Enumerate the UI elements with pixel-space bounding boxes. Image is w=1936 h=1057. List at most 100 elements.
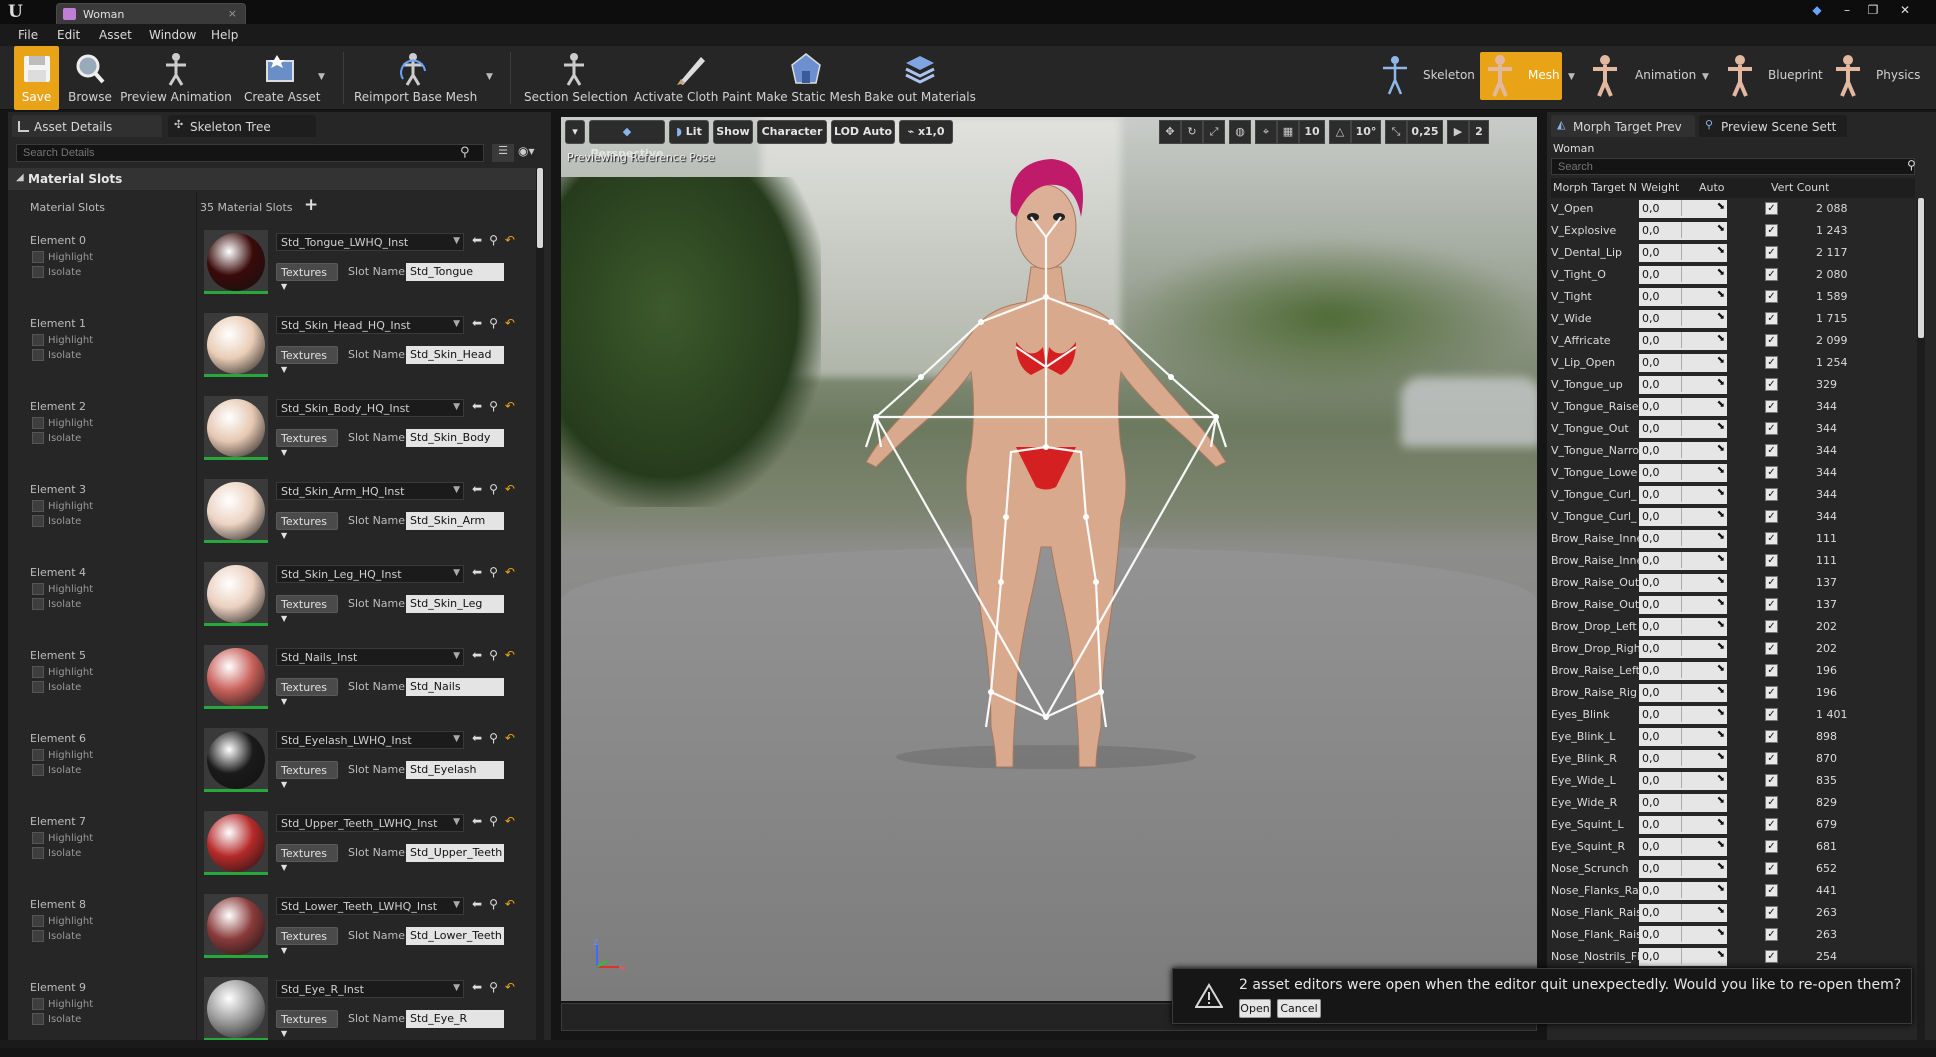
- weight-spinbox[interactable]: 0,0 ⬊: [1639, 772, 1727, 790]
- morph-target-row[interactable]: Brow_Raise_Inne 0,0 ⬊ ✓ 111: [1551, 528, 1915, 550]
- morph-target-row[interactable]: Nose_Scrunch 0,0 ⬊ ✓ 652: [1551, 858, 1915, 880]
- world-space-icon[interactable]: ◍: [1229, 120, 1251, 144]
- use-selected-icon[interactable]: ⬅: [472, 316, 482, 330]
- material-combo[interactable]: Std_Lower_Teeth_LWHQ_Inst ▼: [276, 897, 464, 915]
- material-thumbnail[interactable]: [204, 645, 268, 709]
- auto-checkbox[interactable]: ✓: [1765, 796, 1778, 809]
- browse-asset-icon[interactable]: ⚲: [489, 648, 498, 662]
- auto-checkbox[interactable]: ✓: [1765, 554, 1778, 567]
- weight-spinbox[interactable]: 0,0 ⬊: [1639, 662, 1727, 680]
- use-selected-icon[interactable]: ⬅: [472, 648, 482, 662]
- morph-target-row[interactable]: V_Explosive 0,0 ⬊ ✓ 1 243: [1551, 220, 1915, 242]
- weight-spinbox[interactable]: 0,0 ⬊: [1639, 354, 1727, 372]
- auto-checkbox[interactable]: ✓: [1765, 356, 1778, 369]
- search-icon[interactable]: ⚲: [460, 145, 476, 161]
- close-tab-icon[interactable]: ×: [228, 7, 237, 20]
- auto-checkbox[interactable]: ✓: [1765, 598, 1778, 611]
- auto-checkbox[interactable]: ✓: [1765, 400, 1778, 413]
- weight-spinbox[interactable]: 0,0 ⬊: [1639, 464, 1727, 482]
- weight-spinbox[interactable]: 0,0 ⬊: [1639, 376, 1727, 394]
- auto-checkbox[interactable]: ✓: [1765, 752, 1778, 765]
- material-combo[interactable]: Std_Nails_Inst ▼: [276, 648, 464, 666]
- browse-asset-icon[interactable]: ⚲: [489, 565, 498, 579]
- weight-spinbox[interactable]: 0,0 ⬊: [1639, 288, 1727, 306]
- menu-edit[interactable]: Edit: [57, 28, 80, 42]
- morph-target-row[interactable]: V_Open 0,0 ⬊ ✓ 2 088: [1551, 198, 1915, 220]
- use-selected-icon[interactable]: ⬅: [472, 399, 482, 413]
- morph-target-row[interactable]: Eye_Wide_R 0,0 ⬊ ✓ 829: [1551, 792, 1915, 814]
- bake-out-materials-button[interactable]: Bake out Materials: [864, 46, 976, 110]
- weight-spinbox[interactable]: 0,0 ⬊: [1639, 706, 1727, 724]
- textures-dropdown[interactable]: Textures ▼: [276, 429, 338, 457]
- textures-dropdown[interactable]: Textures ▼: [276, 1010, 338, 1038]
- morph-target-row[interactable]: V_Tight 0,0 ⬊ ✓ 1 589: [1551, 286, 1915, 308]
- character-mesh[interactable]: [561, 117, 1537, 1001]
- isolate-checkbox[interactable]: [32, 515, 44, 527]
- rotation-snap-value[interactable]: 10°: [1351, 120, 1381, 144]
- grid-snap-value[interactable]: 10: [1299, 120, 1325, 144]
- reimport-dropdown-icon[interactable]: ▼: [486, 72, 493, 82]
- reset-icon[interactable]: ↶: [505, 316, 515, 330]
- perspective-button[interactable]: ◆ Perspective: [589, 120, 665, 160]
- weight-spinbox[interactable]: 0,0 ⬊: [1639, 640, 1727, 658]
- menu-asset[interactable]: Asset: [99, 28, 132, 42]
- morph-search-input[interactable]: [1551, 158, 1915, 175]
- isolate-checkbox[interactable]: [32, 764, 44, 776]
- morph-target-row[interactable]: Brow_Raise_Rig 0,0 ⬊ ✓ 196: [1551, 682, 1915, 704]
- highlight-checkbox[interactable]: [32, 666, 44, 678]
- browse-asset-icon[interactable]: ⚲: [489, 399, 498, 413]
- mode-physics[interactable]: Physics: [1828, 52, 1928, 100]
- weight-spinbox[interactable]: 0,0 ⬊: [1639, 244, 1727, 262]
- mode-blueprint[interactable]: Blueprint: [1720, 52, 1823, 100]
- weight-spinbox[interactable]: 0,0 ⬊: [1639, 266, 1727, 284]
- material-combo[interactable]: Std_Tongue_LWHQ_Inst ▼: [276, 233, 464, 251]
- highlight-checkbox[interactable]: [32, 915, 44, 927]
- search-details-input[interactable]: [16, 144, 484, 162]
- slot-name-input[interactable]: Std_Upper_Teeth: [406, 844, 504, 862]
- morph-target-row[interactable]: V_Tongue_Lowe 0,0 ⬊ ✓ 344: [1551, 462, 1915, 484]
- auto-checkbox[interactable]: ✓: [1765, 202, 1778, 215]
- morph-target-row[interactable]: Eye_Squint_L 0,0 ⬊ ✓ 679: [1551, 814, 1915, 836]
- slot-name-input[interactable]: Std_Eye_R: [406, 1010, 504, 1028]
- surface-snap-icon[interactable]: ⌖: [1255, 120, 1277, 144]
- morph-target-row[interactable]: Eye_Blink_L 0,0 ⬊ ✓ 898: [1551, 726, 1915, 748]
- auto-checkbox[interactable]: ✓: [1765, 884, 1778, 897]
- create-asset-dropdown-icon[interactable]: ▼: [318, 72, 325, 82]
- rotation-snap-icon[interactable]: △: [1329, 120, 1351, 144]
- auto-checkbox[interactable]: ✓: [1765, 664, 1778, 677]
- section-selection-button[interactable]: Section Selection: [524, 46, 628, 110]
- menu-file[interactable]: File: [18, 28, 38, 42]
- auto-checkbox[interactable]: ✓: [1765, 774, 1778, 787]
- textures-dropdown[interactable]: Textures ▼: [276, 678, 338, 706]
- auto-checkbox[interactable]: ✓: [1765, 422, 1778, 435]
- mode-mesh[interactable]: Mesh: [1480, 52, 1562, 100]
- preview-viewport[interactable]: ▾ ◆ Perspective ◗ Lit Show Character LOD…: [561, 117, 1537, 1001]
- isolate-checkbox[interactable]: [32, 930, 44, 942]
- highlight-checkbox[interactable]: [32, 251, 44, 263]
- isolate-checkbox[interactable]: [32, 598, 44, 610]
- viewport-options-button[interactable]: ▾: [565, 120, 585, 144]
- reset-icon[interactable]: ↶: [505, 233, 515, 247]
- mode-animation-dropdown-icon[interactable]: ▼: [1702, 72, 1709, 82]
- weight-spinbox[interactable]: 0,0 ⬊: [1639, 838, 1727, 856]
- scale-snap-icon[interactable]: ⤡: [1385, 120, 1407, 144]
- material-combo[interactable]: Std_Skin_Head_HQ_Inst ▼: [276, 316, 464, 334]
- browse-asset-icon[interactable]: ⚲: [489, 316, 498, 330]
- weight-spinbox[interactable]: 0,0 ⬊: [1639, 442, 1727, 460]
- weight-spinbox[interactable]: 0,0 ⬊: [1639, 926, 1727, 944]
- grid-snap-icon[interactable]: ▦: [1277, 120, 1299, 144]
- auto-checkbox[interactable]: ✓: [1765, 290, 1778, 303]
- morph-target-row[interactable]: V_Tongue_Narro 0,0 ⬊ ✓ 344: [1551, 440, 1915, 462]
- isolate-checkbox[interactable]: [32, 349, 44, 361]
- textures-dropdown[interactable]: Textures ▼: [276, 761, 338, 789]
- textures-dropdown[interactable]: Textures ▼: [276, 512, 338, 540]
- make-static-mesh-button[interactable]: Make Static Mesh: [756, 46, 861, 110]
- material-combo[interactable]: Std_Upper_Teeth_LWHQ_Inst ▼: [276, 814, 464, 832]
- textures-dropdown[interactable]: Textures ▼: [276, 263, 338, 291]
- highlight-checkbox[interactable]: [32, 998, 44, 1010]
- auto-checkbox[interactable]: ✓: [1765, 950, 1778, 963]
- slot-name-input[interactable]: Std_Nails: [406, 678, 504, 696]
- material-thumbnail[interactable]: [204, 894, 268, 958]
- textures-dropdown[interactable]: Textures ▼: [276, 346, 338, 374]
- preview-animation-button[interactable]: Preview Animation: [120, 46, 232, 110]
